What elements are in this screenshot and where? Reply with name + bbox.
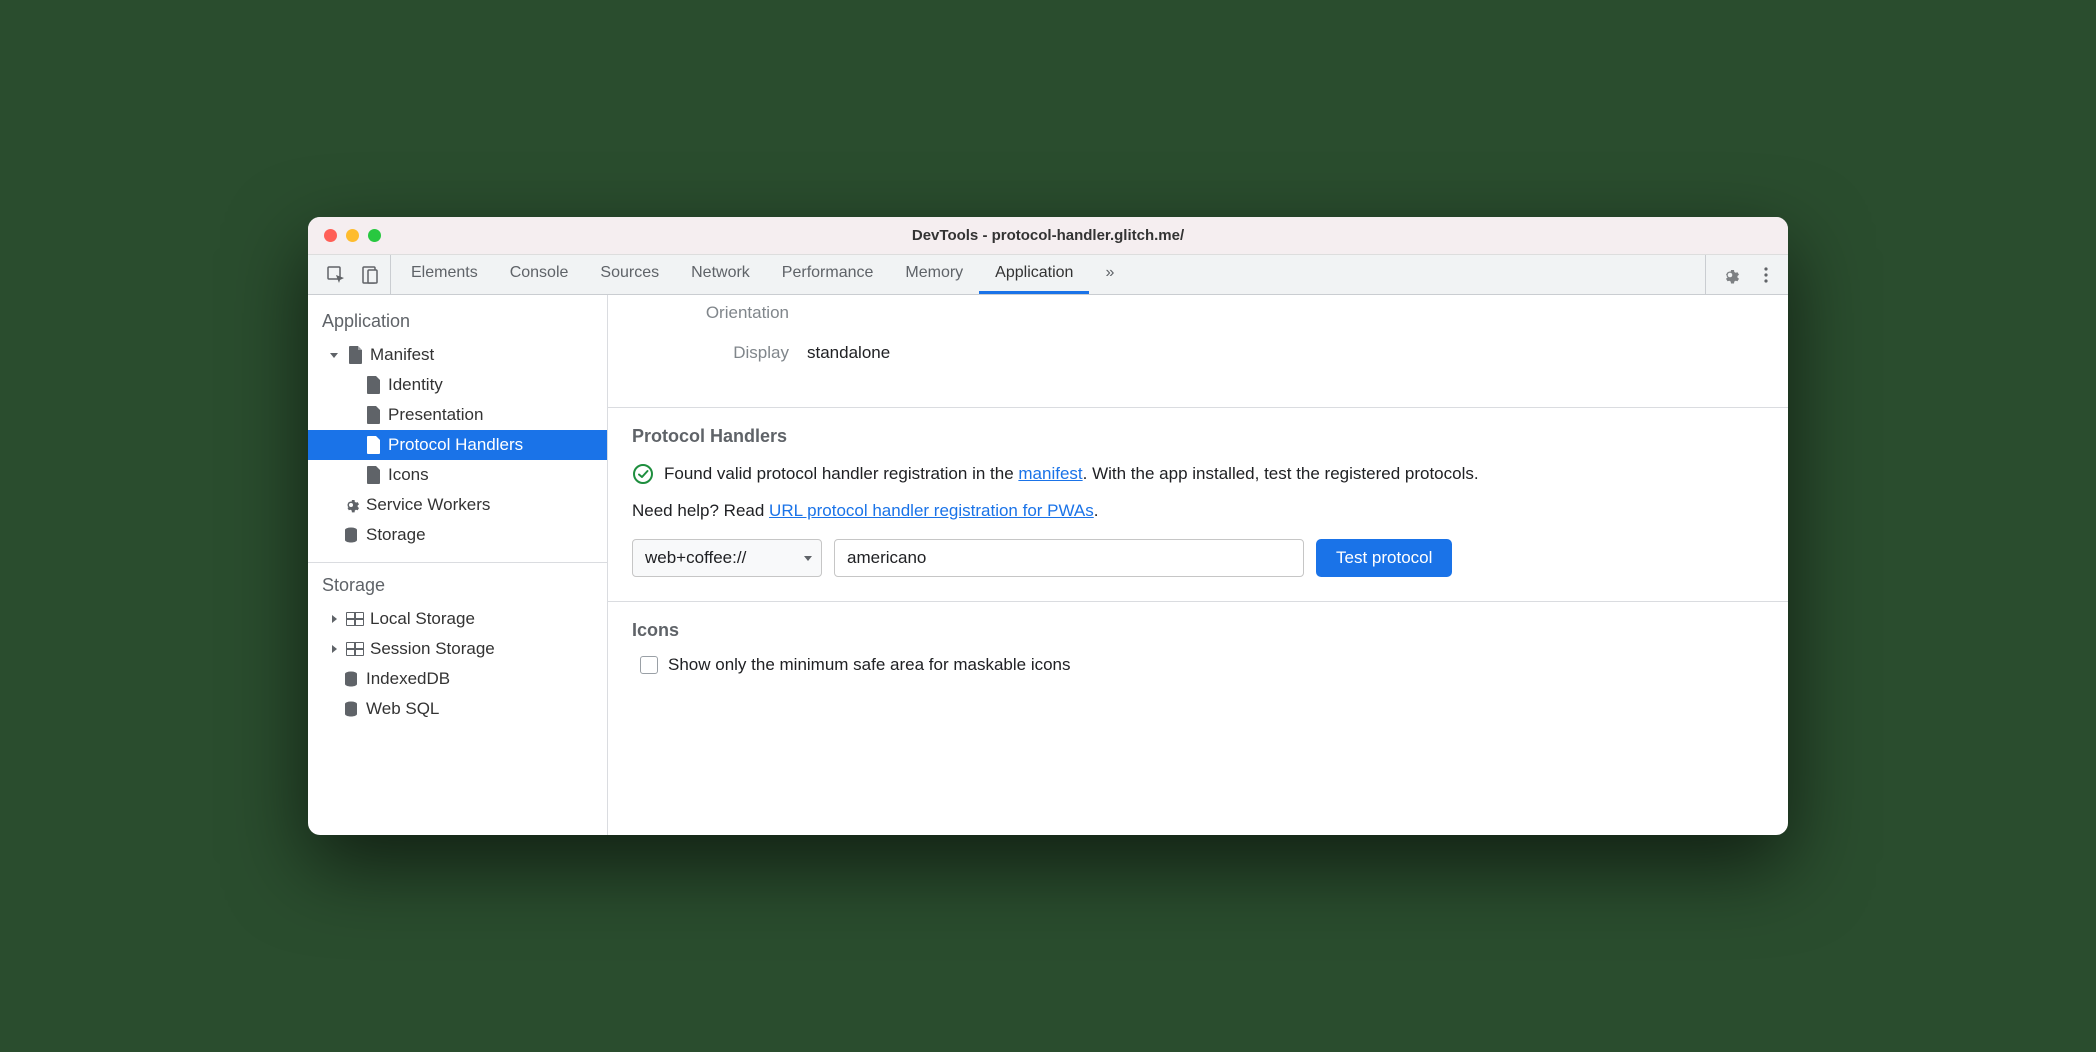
kv-value-display: standalone <box>807 343 890 363</box>
sidebar-item-label: IndexedDB <box>366 669 450 689</box>
window-title: DevTools - protocol-handler.glitch.me/ <box>308 227 1788 244</box>
tab-memory[interactable]: Memory <box>889 255 979 294</box>
section-heading: Protocol Handlers <box>632 426 1764 447</box>
gear-icon <box>342 496 360 514</box>
caret-down-icon <box>328 349 340 361</box>
scheme-selected: web+coffee:// <box>645 548 746 568</box>
settings-gear-icon[interactable] <box>1716 261 1744 289</box>
window-titlebar: DevTools - protocol-handler.glitch.me/ <box>308 217 1788 255</box>
sidebar-item-presentation[interactable]: Presentation <box>308 400 607 430</box>
content-body: Application Manifest Identity <box>308 295 1788 835</box>
document-icon <box>346 346 364 364</box>
tab-performance[interactable]: Performance <box>766 255 890 294</box>
tab-elements[interactable]: Elements <box>395 255 494 294</box>
devtools-window: DevTools - protocol-handler.glitch.me/ E… <box>308 217 1788 835</box>
sidebar-item-icons[interactable]: Icons <box>308 460 607 490</box>
kebab-menu-icon[interactable] <box>1752 261 1780 289</box>
tab-application[interactable]: Application <box>979 255 1089 294</box>
maskable-safe-area-checkbox[interactable] <box>640 656 658 674</box>
section-heading: Icons <box>632 620 1764 641</box>
checkbox-label: Show only the minimum safe area for mask… <box>668 655 1071 675</box>
icons-section: Icons Show only the minimum safe area fo… <box>608 601 1788 699</box>
close-window-button[interactable] <box>324 229 337 242</box>
manifest-kv-block: Orientation Display standalone <box>608 295 1788 407</box>
sidebar-item-local-storage[interactable]: Local Storage <box>308 604 607 634</box>
sidebar-item-session-storage[interactable]: Session Storage <box>308 634 607 664</box>
sidebar-item-label: Identity <box>388 375 443 395</box>
check-circle-icon <box>632 463 654 485</box>
database-icon <box>342 700 360 718</box>
sidebar-item-label: Web SQL <box>366 699 439 719</box>
kv-display: Display standalone <box>632 343 1764 363</box>
traffic-lights <box>308 229 381 242</box>
document-icon <box>364 466 382 484</box>
test-protocol-button[interactable]: Test protocol <box>1316 539 1452 577</box>
kv-orientation: Orientation <box>632 303 1764 323</box>
toolbar-left-group <box>316 255 391 294</box>
sidebar-item-label: Protocol Handlers <box>388 435 523 455</box>
sidebar-item-storage[interactable]: Storage <box>308 520 607 550</box>
manifest-link[interactable]: manifest <box>1018 464 1082 483</box>
caret-right-icon <box>328 643 340 655</box>
sidebar-item-identity[interactable]: Identity <box>308 370 607 400</box>
table-icon <box>346 610 364 628</box>
status-after: . With the app installed, test the regis… <box>1083 464 1479 483</box>
maskable-checkbox-row: Show only the minimum safe area for mask… <box>632 655 1764 675</box>
kv-label-orientation: Orientation <box>632 303 807 323</box>
sidebar-item-service-workers[interactable]: Service Workers <box>308 490 607 520</box>
status-before: Found valid protocol handler registratio… <box>664 464 1018 483</box>
database-icon <box>342 670 360 688</box>
sidebar-item-label: Storage <box>366 525 426 545</box>
main-panel: Orientation Display standalone Protocol … <box>608 295 1788 835</box>
table-icon <box>346 640 364 658</box>
chevron-down-icon <box>803 548 813 568</box>
application-sidebar: Application Manifest Identity <box>308 295 608 835</box>
status-text: Found valid protocol handler registratio… <box>664 461 1764 487</box>
protocol-path-input[interactable] <box>834 539 1304 577</box>
maximize-window-button[interactable] <box>368 229 381 242</box>
help-link[interactable]: URL protocol handler registration for PW… <box>769 501 1094 520</box>
document-icon <box>364 406 382 424</box>
help-message: Need help? Read URL protocol handler reg… <box>632 501 1764 521</box>
kv-label-display: Display <box>632 343 807 363</box>
sidebar-item-label: Presentation <box>388 405 483 425</box>
sidebar-item-label: Manifest <box>370 345 434 365</box>
minimize-window-button[interactable] <box>346 229 359 242</box>
toolbar-right-group <box>1705 255 1780 294</box>
tab-more[interactable]: » <box>1089 255 1130 294</box>
sidebar-section-application: Application <box>308 303 607 340</box>
panel-tabs: Elements Console Sources Network Perform… <box>395 255 1705 294</box>
sidebar-item-label: Icons <box>388 465 429 485</box>
sidebar-item-websql[interactable]: Web SQL <box>308 694 607 724</box>
sidebar-section-storage: Storage <box>308 567 607 604</box>
device-toggle-icon[interactable] <box>356 261 384 289</box>
document-icon <box>364 436 382 454</box>
sidebar-item-label: Service Workers <box>366 495 490 515</box>
tab-sources[interactable]: Sources <box>584 255 675 294</box>
document-icon <box>364 376 382 394</box>
protocol-handlers-section: Protocol Handlers Found valid protocol h… <box>608 407 1788 601</box>
tab-network[interactable]: Network <box>675 255 766 294</box>
scheme-select[interactable]: web+coffee:// <box>632 539 822 577</box>
caret-right-icon <box>328 613 340 625</box>
help-before: Need help? Read <box>632 501 769 520</box>
tab-console[interactable]: Console <box>494 255 585 294</box>
sidebar-item-manifest[interactable]: Manifest <box>308 340 607 370</box>
sidebar-divider <box>308 562 607 563</box>
help-after: . <box>1094 501 1099 520</box>
database-icon <box>342 526 360 544</box>
sidebar-item-protocol-handlers[interactable]: Protocol Handlers <box>308 430 607 460</box>
sidebar-item-indexeddb[interactable]: IndexedDB <box>308 664 607 694</box>
devtools-toolbar: Elements Console Sources Network Perform… <box>308 255 1788 295</box>
protocol-test-row: web+coffee:// Test protocol <box>632 539 1764 577</box>
sidebar-item-label: Local Storage <box>370 609 475 629</box>
inspect-element-icon[interactable] <box>322 261 350 289</box>
status-message: Found valid protocol handler registratio… <box>632 461 1764 487</box>
sidebar-item-label: Session Storage <box>370 639 495 659</box>
